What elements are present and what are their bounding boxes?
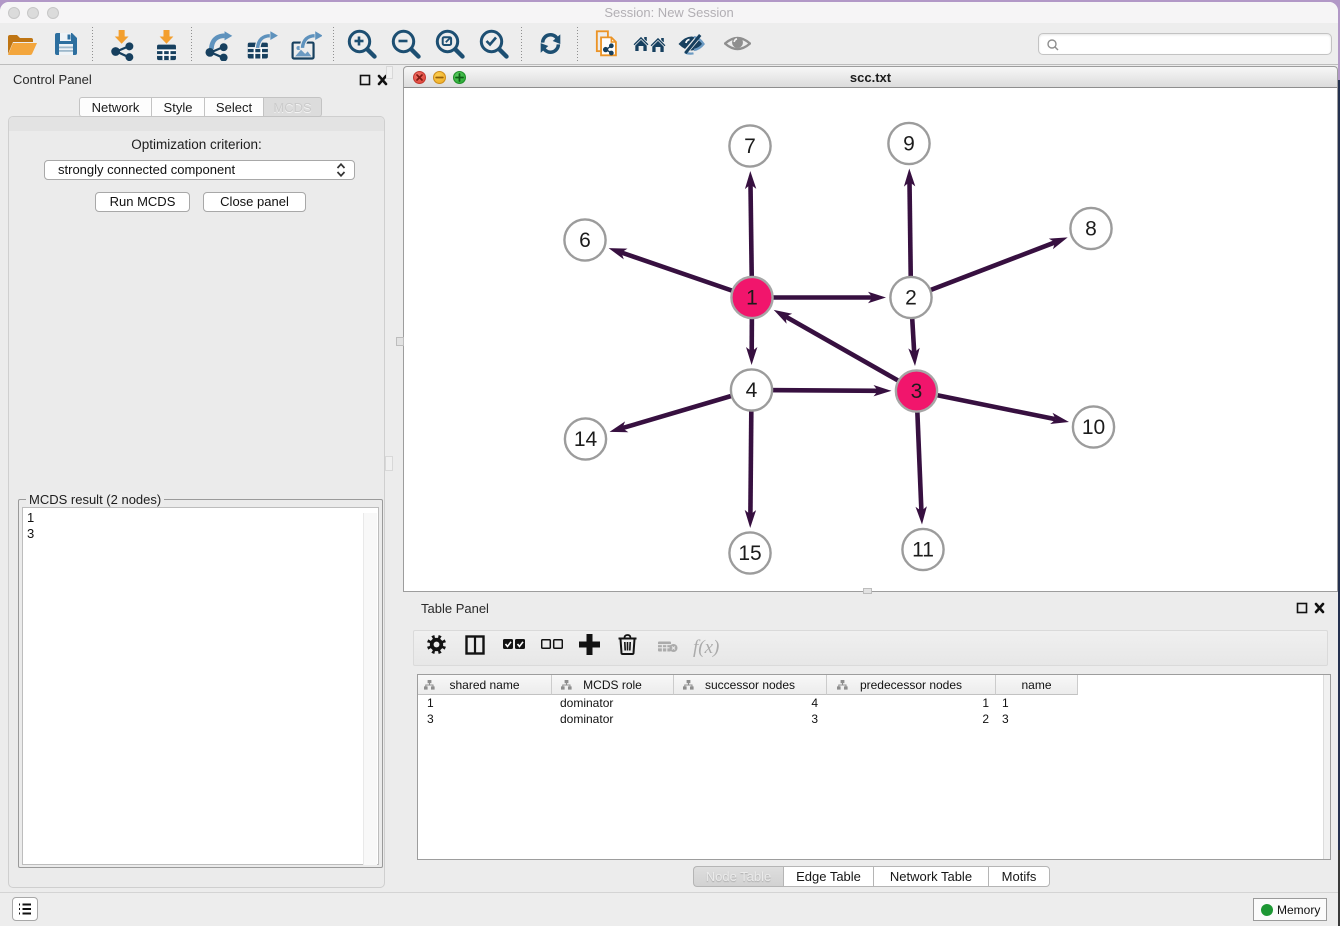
svg-text:2: 2 bbox=[905, 287, 917, 310]
svg-text:9: 9 bbox=[903, 133, 915, 156]
svg-text:1: 1 bbox=[746, 287, 758, 310]
svg-text:14: 14 bbox=[574, 428, 598, 451]
svg-text:6: 6 bbox=[579, 229, 591, 252]
svg-text:10: 10 bbox=[1082, 416, 1105, 439]
svg-text:3: 3 bbox=[911, 380, 923, 403]
svg-text:8: 8 bbox=[1085, 218, 1097, 241]
svg-text:11: 11 bbox=[912, 539, 934, 562]
svg-text:4: 4 bbox=[746, 379, 758, 402]
svg-text:15: 15 bbox=[738, 542, 761, 565]
svg-text:7: 7 bbox=[744, 135, 756, 158]
